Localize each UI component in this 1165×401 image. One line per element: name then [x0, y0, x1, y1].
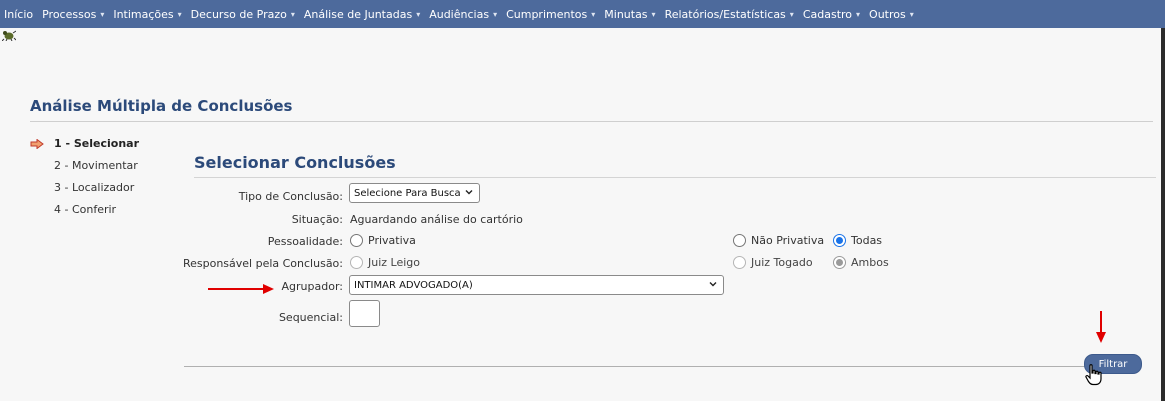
caret-down-icon: ▾	[177, 9, 182, 19]
option-label: Não Privativa	[751, 234, 825, 247]
nav-cadastro[interactable]: Cadastro ▾	[803, 8, 860, 21]
caret-down-icon: ▾	[290, 9, 295, 19]
caret-down-icon: ▾	[493, 9, 498, 19]
responsavel-juiz-leigo-option: Juiz Leigo	[350, 256, 420, 269]
annotation-arrow-right-icon	[208, 284, 274, 294]
caret-down-icon: ▾	[909, 9, 914, 19]
agrupador-label: Agrupador:	[281, 280, 343, 293]
step-conferir: 4 - Conferir	[54, 203, 117, 216]
current-step-arrow-icon	[30, 139, 44, 149]
situacao-value: Aguardando análise do cartório	[350, 213, 523, 226]
nav-outros[interactable]: Outros ▾	[869, 8, 914, 21]
nav-analise-de-juntadas[interactable]: Análise de Juntadas ▾	[304, 8, 420, 21]
radio-button-disabled	[350, 256, 363, 269]
window-edge	[1161, 28, 1165, 401]
nav-decurso-de-prazo[interactable]: Decurso de Prazo ▾	[191, 8, 295, 21]
pessoalidade-todas-option[interactable]: Todas	[833, 234, 882, 247]
option-label: Privativa	[368, 234, 416, 247]
nav-label: Audiências	[429, 7, 490, 21]
responsavel-juiz-togado-option: Juiz Togado	[733, 256, 813, 269]
nav-label: Cadastro	[802, 7, 853, 21]
section-divider	[194, 177, 1156, 178]
hand-pointer-cursor-icon	[1085, 364, 1102, 386]
option-label: Todas	[851, 234, 883, 247]
option-label: Ambos	[851, 256, 889, 269]
sequencial-input[interactable]	[349, 300, 380, 327]
radio-button-checked[interactable]	[833, 234, 846, 247]
nav-processos[interactable]: Processos ▾	[42, 8, 104, 21]
title-divider	[30, 121, 1153, 122]
nav-minutas[interactable]: Minutas ▾	[604, 8, 655, 21]
tipo-conclusao-value: Selecione Para Busca	[354, 187, 461, 199]
form-bottom-divider	[184, 366, 1139, 367]
nav-label: Minutas	[604, 7, 648, 21]
nav-cumprimentos[interactable]: Cumprimentos ▾	[506, 8, 595, 21]
chevron-down-icon	[709, 282, 717, 287]
agrupador-value: INTIMAR ADVOGADO(A)	[354, 279, 473, 291]
nav-label: Cumprimentos	[506, 7, 588, 21]
radio-button[interactable]	[733, 234, 746, 247]
step-selecionar: 1 - Selecionar	[54, 137, 140, 150]
pessoalidade-nao-privativa-option[interactable]: Não Privativa	[733, 234, 824, 247]
nav-label: Análise de Juntadas	[303, 7, 413, 21]
nav-label: Início	[4, 7, 34, 21]
step-movimentar: 2 - Movimentar	[54, 159, 138, 172]
sequencial-label: Sequencial:	[278, 311, 343, 324]
nav-relatorios-estatisticas[interactable]: Relatórios/Estatísticas ▾	[665, 8, 794, 21]
radio-button[interactable]	[350, 234, 363, 247]
nav-label: Relatórios/Estatísticas	[664, 7, 786, 21]
option-label: Juiz Leigo	[368, 256, 421, 269]
nav-audiencias[interactable]: Audiências ▾	[429, 8, 497, 21]
situacao-label: Situação:	[291, 213, 343, 226]
top-navigation-bar: Início Processos ▾ Intimações ▾ Decurso de…	[0, 0, 1165, 28]
option-label: Juiz Togado	[751, 256, 813, 269]
caret-down-icon: ▾	[591, 9, 596, 19]
nav-label: Decurso de Prazo	[190, 7, 287, 21]
pessoalidade-label: Pessoalidade:	[267, 235, 343, 248]
caret-down-icon: ▾	[416, 9, 421, 19]
responsavel-ambos-option: Ambos	[833, 256, 889, 269]
nav-intimacoes[interactable]: Intimações ▾	[113, 8, 181, 21]
nav-label: Intimações	[113, 7, 174, 21]
step-localizador: 3 - Localizador	[54, 181, 135, 194]
bug-logo-icon[interactable]	[2, 29, 16, 41]
tipo-conclusao-label: Tipo de Conclusão:	[238, 190, 343, 203]
agrupador-select[interactable]: INTIMAR ADVOGADO(A)	[349, 275, 724, 295]
nav-inicio[interactable]: Início	[4, 8, 33, 21]
caret-down-icon: ▾	[856, 9, 861, 19]
caret-down-icon: ▾	[651, 9, 656, 19]
nav-label: Processos	[42, 7, 97, 21]
chevron-down-icon	[465, 190, 473, 195]
annotation-arrow-down-icon	[1096, 311, 1106, 343]
pessoalidade-privativa-option[interactable]: Privativa	[350, 234, 416, 247]
caret-down-icon: ▾	[789, 9, 794, 19]
section-title: Selecionar Conclusões	[194, 153, 396, 172]
radio-button-disabled-checked	[833, 256, 846, 269]
responsavel-label: Responsável pela Conclusão:	[182, 257, 343, 270]
nav-label: Outros	[869, 7, 906, 21]
caret-down-icon: ▾	[100, 9, 105, 19]
radio-button-disabled	[733, 256, 746, 269]
page-title: Análise Múltipla de Conclusões	[30, 97, 293, 115]
tipo-conclusao-select[interactable]: Selecione Para Busca	[349, 183, 480, 203]
